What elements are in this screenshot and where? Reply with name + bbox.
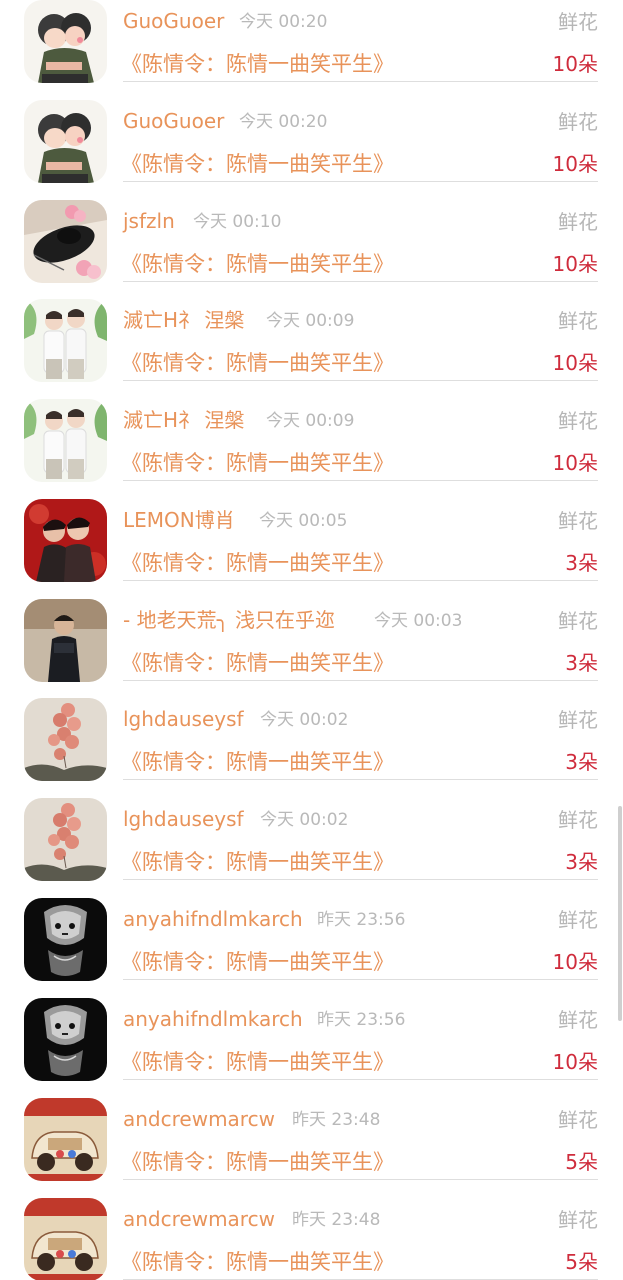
username[interactable]: GuoGuoer (123, 109, 224, 133)
book-title-link[interactable]: 《陈情令：陈情一曲笑平生》 (121, 1049, 394, 1075)
book-title-link[interactable]: 《陈情令：陈情一曲笑平生》 (121, 1149, 394, 1175)
username[interactable]: 滅亡H礻 涅槃 (123, 308, 244, 332)
gift-type-label: 鲜花 (558, 110, 598, 134)
username[interactable]: - 地老天荒╮ 浅只在乎迩 (123, 608, 335, 632)
gift-type-label: 鲜花 (558, 609, 598, 633)
timestamp: 今天 00:20 (239, 112, 328, 132)
gift-type-label: 鲜花 (558, 708, 598, 732)
gift-record-row[interactable]: 滅亡H礻 涅槃 今天 00:09 鲜花《陈情令：陈情一曲笑平生》 10朵 (0, 381, 623, 482)
gift-count: 3朵 (565, 750, 598, 774)
gift-type-label: 鲜花 (558, 1008, 598, 1032)
couple-cartoon-avatar[interactable] (24, 100, 107, 183)
username[interactable]: lghdauseysf (123, 807, 244, 831)
timestamp: 今天 00:02 (260, 810, 349, 830)
gift-type-label: 鲜花 (558, 409, 598, 433)
book-title-link[interactable]: 《陈情令：陈情一曲笑平生》 (121, 1249, 394, 1275)
gift-type-label: 鲜花 (558, 509, 598, 533)
gift-count: 3朵 (565, 551, 598, 575)
hat-flowers-avatar[interactable] (24, 200, 107, 283)
gift-type-label: 鲜花 (558, 908, 598, 932)
gift-count: 10朵 (552, 950, 598, 974)
gift-type-label: 鲜花 (558, 210, 598, 234)
username[interactable]: jsfzln (123, 209, 175, 233)
dark-mask-avatar[interactable] (24, 898, 107, 981)
timestamp: 今天 00:09 (266, 411, 355, 431)
gift-record-row[interactable]: lghdauseysf 今天 00:02 鲜花《陈情令：陈情一曲笑平生》 3朵 (0, 680, 623, 781)
book-title-link[interactable]: 《陈情令：陈情一曲笑平生》 (121, 51, 394, 77)
gift-record-row[interactable]: anyahifndlmkarch 昨天 23:56 鲜花《陈情令：陈情一曲笑平生》 1… (0, 980, 623, 1081)
gift-count: 3朵 (565, 651, 598, 675)
gift-record-row[interactable]: GuoGuoer 今天 00:20 鲜花《陈情令：陈情一曲笑平生》 10朵 (0, 0, 623, 83)
red-duo-avatar[interactable] (24, 499, 107, 582)
gift-type-label: 鲜花 (558, 10, 598, 34)
book-title-link[interactable]: 《陈情令：陈情一曲笑平生》 (121, 550, 394, 576)
timestamp: 昨天 23:56 (317, 910, 406, 930)
timestamp: 今天 00:09 (266, 311, 355, 331)
timestamp: 今天 00:05 (259, 511, 348, 531)
child-portrait-avatar[interactable] (24, 599, 107, 682)
timestamp: 昨天 23:56 (317, 1010, 406, 1030)
gift-type-label: 鲜花 (558, 808, 598, 832)
gift-count: 3朵 (565, 850, 598, 874)
gift-record-row[interactable]: jsfzln 今天 00:10 鲜花《陈情令：陈情一曲笑平生》 10朵 (0, 182, 623, 283)
two-boys-avatar[interactable] (24, 399, 107, 482)
timestamp: 今天 00:03 (374, 611, 463, 631)
gift-record-row[interactable]: - 地老天荒╮ 浅只在乎迩 今天 00:03 鲜花《陈情令：陈情一曲笑平生》 3朵 (0, 581, 623, 682)
gift-count: 10朵 (552, 1050, 598, 1074)
book-title-link[interactable]: 《陈情令：陈情一曲笑平生》 (121, 251, 394, 277)
gift-count: 10朵 (552, 252, 598, 276)
gift-record-list[interactable]: GuoGuoer 今天 00:20 鲜花 《陈情令：陈情一曲笑平生》 10朵 GuoGuo… (0, 0, 623, 1280)
vintage-car-avatar[interactable] (24, 1098, 107, 1181)
gift-count: 5朵 (565, 1150, 598, 1174)
username[interactable]: LEMON博肖 (123, 508, 235, 532)
username[interactable]: anyahifndlmkarch (123, 907, 303, 931)
gift-record-row[interactable]: LEMON博肖 今天 00:05 鲜花《陈情令：陈情一曲笑平生》 3朵 (0, 481, 623, 582)
gift-count: 10朵 (552, 152, 598, 176)
balloons-avatar[interactable] (24, 798, 107, 881)
gift-count: 10朵 (552, 351, 598, 375)
vintage-car-avatar[interactable] (24, 1198, 107, 1280)
book-title-link[interactable]: 《陈情令：陈情一曲笑平生》 (121, 151, 394, 177)
username[interactable]: 滅亡H礻 涅槃 (123, 408, 244, 432)
timestamp: 今天 00:20 (239, 12, 328, 32)
book-title-link[interactable]: 《陈情令：陈情一曲笑平生》 (121, 949, 394, 975)
two-boys-avatar[interactable] (24, 299, 107, 382)
username[interactable]: anyahifndlmkarch (123, 1007, 303, 1031)
username[interactable]: andcrewmarcw (123, 1107, 275, 1131)
username[interactable]: GuoGuoer (123, 9, 224, 33)
scrollbar[interactable] (618, 806, 622, 1021)
timestamp: 昨天 23:48 (292, 1110, 381, 1130)
book-title-link[interactable]: 《陈情令：陈情一曲笑平生》 (121, 450, 394, 476)
couple-cartoon-avatar[interactable] (24, 0, 107, 83)
gift-count: 5朵 (565, 1250, 598, 1274)
gift-type-label: 鲜花 (558, 1108, 598, 1132)
book-title-link[interactable]: 《陈情令：陈情一曲笑平生》 (121, 849, 394, 875)
gift-record-row[interactable]: lghdauseysf 今天 00:02 鲜花《陈情令：陈情一曲笑平生》 3朵 (0, 780, 623, 881)
username[interactable]: andcrewmarcw (123, 1207, 275, 1231)
gift-record-row[interactable]: anyahifndlmkarch 昨天 23:56 鲜花《陈情令：陈情一曲笑平生》 1… (0, 880, 623, 981)
gift-count: 10朵 (552, 52, 598, 76)
gift-type-label: 鲜花 (558, 309, 598, 333)
gift-count: 10朵 (552, 451, 598, 475)
gift-record-row[interactable]: 滅亡H礻 涅槃 今天 00:09 鲜花《陈情令：陈情一曲笑平生》 10朵 (0, 281, 623, 382)
username[interactable]: lghdauseysf (123, 707, 244, 731)
book-title-link[interactable]: 《陈情令：陈情一曲笑平生》 (121, 650, 394, 676)
book-title-link[interactable]: 《陈情令：陈情一曲笑平生》 (121, 749, 394, 775)
gift-type-label: 鲜花 (558, 1208, 598, 1232)
timestamp: 昨天 23:48 (292, 1210, 381, 1230)
balloons-avatar[interactable] (24, 698, 107, 781)
gift-record-row[interactable]: andcrewmarcw 昨天 23:48 鲜花《陈情令：陈情一曲笑平生》 5朵 (0, 1180, 623, 1280)
gift-record-row[interactable]: andcrewmarcw 昨天 23:48 鲜花《陈情令：陈情一曲笑平生》 5朵 (0, 1080, 623, 1181)
dark-mask-avatar[interactable] (24, 998, 107, 1081)
book-title-link[interactable]: 《陈情令：陈情一曲笑平生》 (121, 350, 394, 376)
timestamp: 今天 00:02 (260, 710, 349, 730)
timestamp: 今天 00:10 (193, 212, 282, 232)
gift-record-row[interactable]: GuoGuoer 今天 00:20 鲜花《陈情令：陈情一曲笑平生》 10朵 (0, 82, 623, 183)
